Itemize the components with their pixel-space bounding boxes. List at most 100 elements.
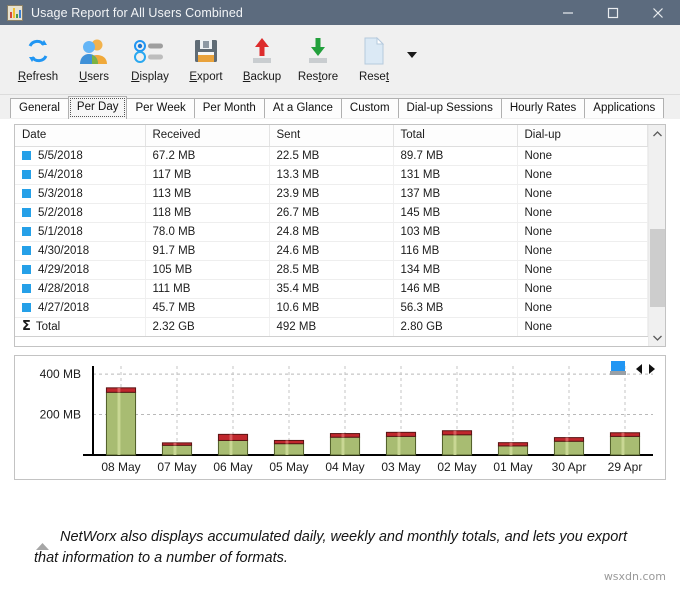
usage-bar-chart-panel: 400 MB200 MB08 May07 May06 May05 May04 M…: [14, 355, 666, 480]
cell-dialup: None: [517, 184, 648, 203]
cell-received: 111 MB: [145, 279, 269, 298]
cell-dialup: None: [517, 146, 648, 165]
svg-text:01 May: 01 May: [493, 460, 532, 474]
reset-button[interactable]: Reset: [346, 33, 402, 83]
backup-label: Backup: [243, 71, 281, 83]
display-button[interactable]: Display: [122, 33, 178, 83]
cell-sent: 24.8 MB: [269, 222, 393, 241]
table-row[interactable]: 5/2/2018 118 MB 26.7 MB 145 MB None: [15, 203, 648, 222]
usage-bar-chart[interactable]: 400 MB200 MB08 May07 May06 May05 May04 M…: [15, 356, 665, 479]
row-marker-icon: [22, 284, 31, 293]
cell-received: 45.7 MB: [145, 298, 269, 317]
column-header-total[interactable]: Total: [393, 125, 517, 146]
usage-table: Date Received Sent Total Dial-up 5/5/201…: [15, 125, 648, 337]
tab-custom[interactable]: Custom: [341, 98, 399, 119]
window-title: Usage Report for All Users Combined: [31, 6, 243, 20]
cell-dialup: None: [517, 222, 648, 241]
users-label: Users: [79, 71, 109, 83]
cell-total: 146 MB: [393, 279, 517, 298]
tab-bar: General Per Day Per Week Per Month At a …: [0, 95, 680, 119]
column-header-received[interactable]: Received: [145, 125, 269, 146]
chart-navigation: [610, 361, 658, 376]
restore-button[interactable]: Restore: [290, 33, 346, 83]
window-controls: [545, 0, 680, 25]
column-header-dialup[interactable]: Dial-up: [517, 125, 648, 146]
table-row[interactable]: 5/3/2018 113 MB 23.9 MB 137 MB None: [15, 184, 648, 203]
backup-button[interactable]: Backup: [234, 33, 290, 83]
upload-arrow-icon: [245, 35, 279, 67]
column-header-date[interactable]: Date: [15, 125, 145, 146]
scroll-up-chevron-up-icon[interactable]: [649, 125, 665, 142]
right-arrow-icon[interactable]: [645, 362, 658, 376]
table-total-row: ΣTotal 2.32 GB 492 MB 2.80 GB None: [15, 317, 648, 336]
table-row[interactable]: 5/1/2018 78.0 MB 24.8 MB 103 MB None: [15, 222, 648, 241]
total-label: Total: [36, 321, 60, 333]
caption-text: NetWorx also displays accumulated daily,…: [34, 527, 654, 569]
toolbar-overflow-chevron-down-icon[interactable]: [404, 47, 420, 63]
title-bar: Usage Report for All Users Combined: [0, 0, 680, 25]
cell-dialup: None: [517, 279, 648, 298]
table-row[interactable]: 4/30/2018 91.7 MB 24.6 MB 116 MB None: [15, 241, 648, 260]
display-list-icon: [133, 35, 167, 67]
svg-text:400 MB: 400 MB: [40, 367, 81, 381]
cell-total: 134 MB: [393, 260, 517, 279]
scroll-down-chevron-down-icon[interactable]: [649, 329, 665, 346]
close-icon[interactable]: [635, 0, 680, 25]
bar-chart-icon: [7, 5, 23, 21]
cell-sent: 35.4 MB: [269, 279, 393, 298]
scrollbar-thumb[interactable]: [650, 229, 665, 307]
svg-text:06 May: 06 May: [213, 460, 252, 474]
monitor-icon[interactable]: [610, 361, 626, 376]
tab-applications[interactable]: Applications: [584, 98, 664, 119]
table-row[interactable]: 4/29/2018 105 MB 28.5 MB 134 MB None: [15, 260, 648, 279]
minimize-icon[interactable]: [545, 0, 590, 25]
cell-received: 105 MB: [145, 260, 269, 279]
cell-date: 5/3/2018: [38, 188, 83, 200]
cell-date: 4/27/2018: [38, 302, 89, 314]
tab-per-month[interactable]: Per Month: [194, 98, 265, 119]
cell-date: 5/5/2018: [38, 150, 83, 162]
table-vertical-scrollbar[interactable]: [648, 125, 665, 346]
tab-per-week[interactable]: Per Week: [126, 98, 194, 119]
cell-date: 5/1/2018: [38, 226, 83, 238]
table-row[interactable]: 5/4/2018 117 MB 13.3 MB 131 MB None: [15, 165, 648, 184]
cell-sent: 28.5 MB: [269, 260, 393, 279]
usage-table-panel: Date Received Sent Total Dial-up 5/5/201…: [14, 124, 666, 347]
maximize-icon[interactable]: [590, 0, 635, 25]
tab-at-a-glance[interactable]: At a Glance: [264, 98, 342, 119]
cell-sent: 13.3 MB: [269, 165, 393, 184]
column-header-sent[interactable]: Sent: [269, 125, 393, 146]
triangle-up-icon[interactable]: [36, 538, 49, 556]
tab-per-day[interactable]: Per Day: [68, 96, 128, 119]
cell-received: 113 MB: [145, 184, 269, 203]
sigma-icon: Σ: [22, 320, 31, 333]
total-received: 2.32 GB: [145, 317, 269, 336]
row-marker-icon: [22, 170, 31, 179]
cell-total: 89.7 MB: [393, 146, 517, 165]
cell-dialup: None: [517, 203, 648, 222]
restore-label: Restore: [298, 71, 338, 83]
table-row[interactable]: 4/28/2018 111 MB 35.4 MB 146 MB None: [15, 279, 648, 298]
cell-received: 67.2 MB: [145, 146, 269, 165]
svg-text:05 May: 05 May: [269, 460, 308, 474]
cell-received: 78.0 MB: [145, 222, 269, 241]
row-marker-icon: [22, 227, 31, 236]
cell-date: 4/29/2018: [38, 264, 89, 276]
left-arrow-icon[interactable]: [632, 362, 645, 376]
table-row[interactable]: 5/5/2018 67.2 MB 22.5 MB 89.7 MB None: [15, 146, 648, 165]
tab-dial-up-sessions[interactable]: Dial-up Sessions: [398, 98, 502, 119]
row-marker-icon: [22, 246, 31, 255]
export-label: Export: [189, 71, 222, 83]
cell-total: 137 MB: [393, 184, 517, 203]
cell-date: 4/28/2018: [38, 283, 89, 295]
table-row[interactable]: 4/27/2018 45.7 MB 10.6 MB 56.3 MB None: [15, 298, 648, 317]
cell-received: 91.7 MB: [145, 241, 269, 260]
cell-sent: 23.9 MB: [269, 184, 393, 203]
tab-general[interactable]: General: [10, 98, 69, 119]
refresh-button[interactable]: Refresh: [10, 33, 66, 83]
tab-hourly-rates[interactable]: Hourly Rates: [501, 98, 585, 119]
export-button[interactable]: Export: [178, 33, 234, 83]
users-button[interactable]: Users: [66, 33, 122, 83]
row-marker-icon: [22, 151, 31, 160]
watermark: wsxdn.com: [604, 570, 666, 583]
